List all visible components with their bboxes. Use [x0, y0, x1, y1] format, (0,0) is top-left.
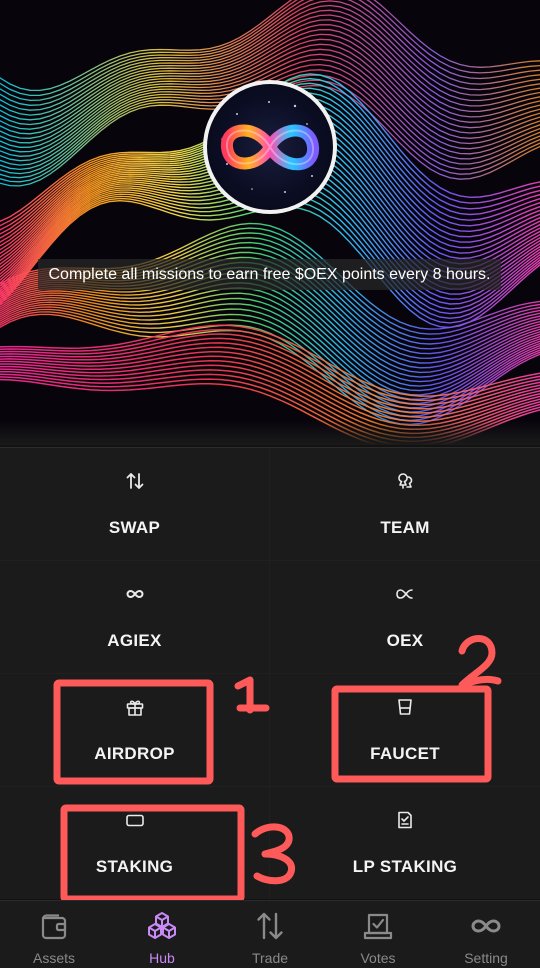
infinity-logo-icon: [221, 101, 319, 193]
gift-icon: [124, 696, 146, 718]
oex-tile[interactable]: OEX: [270, 561, 540, 673]
nav-votes-label: Votes: [360, 950, 396, 966]
infinity-icon: [469, 909, 503, 943]
bottom-navigation: Assets Hub Trade Votes Setting: [0, 900, 540, 968]
cubes-icon: [145, 909, 179, 943]
receipt-icon: [394, 809, 416, 831]
vote-box-icon: [361, 909, 395, 943]
hero-banner: Complete all missions to earn free $OEX …: [0, 0, 540, 445]
team-icon: [394, 470, 416, 492]
faucet-tile[interactable]: FAUCET: [270, 674, 540, 786]
staking-label: STAKING: [95, 857, 174, 876]
airdrop-tile[interactable]: AIRDROP: [0, 674, 269, 786]
nav-setting-label: Setting: [464, 950, 508, 966]
staking-tile[interactable]: STAKING: [0, 787, 269, 899]
cup-icon: [394, 696, 416, 718]
app-logo: [203, 80, 337, 214]
swap-arrows-icon: [124, 470, 146, 492]
wave-line: [0, 0, 540, 92]
nav-hub[interactable]: Hub: [108, 901, 216, 968]
proportional-icon: [394, 583, 416, 605]
mission-info-banner: Complete all missions to earn free $OEX …: [38, 259, 501, 290]
nav-setting[interactable]: Setting: [432, 901, 540, 968]
team-label: TEAM: [380, 518, 430, 537]
wallet-icon: [37, 909, 71, 943]
rainbow-waves-artwork: [0, 0, 540, 445]
nav-assets[interactable]: Assets: [0, 901, 108, 968]
lp-staking-label: LP STAKING: [352, 857, 458, 876]
infinity-icon: [124, 583, 146, 605]
nav-trade-label: Trade: [251, 950, 289, 966]
lp-staking-tile[interactable]: LP STAKING: [270, 787, 540, 899]
wallet-icon: [124, 809, 146, 831]
nav-hub-label: Hub: [149, 950, 175, 966]
agiex-tile[interactable]: AGIEX: [0, 561, 269, 673]
nav-trade[interactable]: Trade: [216, 901, 324, 968]
swap-tile[interactable]: SWAP: [0, 448, 269, 560]
swap-arrows-icon: [253, 909, 287, 943]
swap-label: SWAP: [108, 518, 161, 537]
airdrop-label: AIRDROP: [94, 744, 175, 763]
faucet-label: FAUCET: [370, 744, 440, 763]
nav-assets-label: Assets: [32, 950, 75, 966]
team-tile[interactable]: TEAM: [270, 448, 540, 560]
wave-line: [0, 337, 540, 410]
hub-menu-grid: SWAP TEAM AGIEX OEX AIRDROP FAUCET STAKI…: [0, 447, 540, 899]
agiex-label: AGIEX: [107, 631, 162, 650]
nav-votes[interactable]: Votes: [324, 901, 432, 968]
oex-label: OEX: [386, 631, 424, 650]
